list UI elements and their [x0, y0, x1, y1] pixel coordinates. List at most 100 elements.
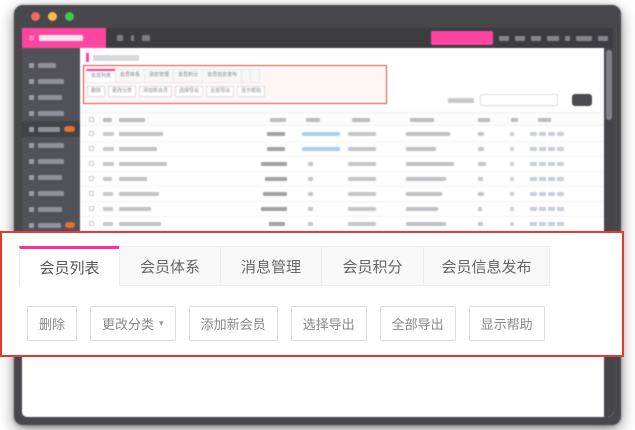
minimize-button[interactable] [48, 12, 57, 21]
sidebar-item[interactable] [22, 137, 80, 153]
action-link[interactable] [530, 192, 537, 196]
close-button[interactable] [31, 12, 40, 21]
action-link[interactable] [539, 207, 546, 211]
app-logo[interactable]: ≡ [22, 28, 106, 48]
tab-member-points[interactable]: 会员积分 [321, 246, 424, 286]
tab-member-info-publish[interactable]: 会员信息发布 [423, 246, 550, 286]
sidebar-item[interactable] [22, 121, 80, 137]
action-link[interactable] [530, 132, 537, 136]
export-all-button[interactable]: 全部导出 [206, 86, 234, 97]
toolbar-icon[interactable] [142, 35, 150, 41]
email-link[interactable] [308, 162, 313, 166]
action-link[interactable] [557, 147, 564, 151]
action-link[interactable] [557, 192, 564, 196]
toolbar-icon[interactable] [131, 35, 134, 41]
row-checkbox[interactable] [89, 176, 94, 181]
sidebar-item[interactable] [22, 153, 80, 169]
topbar-nav-item[interactable] [576, 36, 592, 41]
name-link[interactable] [119, 132, 163, 136]
tab-unreadable[interactable] [250, 69, 260, 83]
tab-member-list[interactable]: 会员列表 [19, 246, 120, 286]
tab-message-management[interactable]: 消息管理 [144, 69, 174, 83]
sidebar-item[interactable] [22, 105, 80, 121]
row-checkbox[interactable] [89, 221, 94, 226]
email-link[interactable] [308, 177, 313, 181]
search-button[interactable] [572, 94, 592, 106]
action-link[interactable] [530, 147, 537, 151]
tab-member-system[interactable]: 会员体系 [115, 69, 145, 83]
email-link[interactable] [302, 132, 340, 136]
topbar-nav-item[interactable] [499, 36, 509, 41]
export-all-button[interactable]: 全部导出 [380, 306, 456, 341]
tab-member-points[interactable]: 会员积分 [173, 69, 203, 83]
show-help-button[interactable]: 显示帮助 [469, 306, 545, 341]
action-link[interactable] [539, 162, 546, 166]
sidebar-item[interactable] [22, 185, 80, 201]
hamburger-icon[interactable]: ≡ [29, 34, 34, 43]
sidebar-item[interactable] [22, 201, 80, 217]
show-help-button[interactable]: 显示帮助 [237, 86, 265, 97]
add-member-button[interactable]: 添加新会员 [139, 86, 172, 97]
toolbar-icon[interactable] [117, 35, 123, 41]
delete-button[interactable]: 删除 [87, 86, 105, 97]
row-checkbox[interactable] [89, 206, 94, 211]
name-link[interactable] [119, 222, 161, 226]
action-link[interactable] [530, 207, 537, 211]
topbar-nav-item[interactable] [531, 36, 541, 41]
name-link[interactable] [119, 177, 147, 181]
action-link[interactable] [530, 222, 537, 226]
action-link[interactable] [557, 132, 564, 136]
topbar-nav-item[interactable] [547, 36, 559, 41]
action-link[interactable] [548, 222, 555, 226]
action-link[interactable] [548, 132, 555, 136]
row-checkbox[interactable] [89, 146, 94, 151]
name-link[interactable] [119, 192, 159, 196]
action-link[interactable] [539, 222, 546, 226]
action-link[interactable] [548, 207, 555, 211]
action-link[interactable] [530, 177, 537, 181]
action-link[interactable] [530, 162, 537, 166]
select-all-checkbox[interactable] [89, 117, 94, 122]
name-link[interactable] [119, 207, 151, 211]
email-link[interactable] [302, 147, 340, 151]
change-category-button[interactable]: 更改分类▾ [90, 306, 176, 341]
tab-message-management[interactable]: 消息管理 [220, 246, 322, 286]
action-link[interactable] [548, 162, 555, 166]
row-checkbox[interactable] [89, 131, 94, 136]
action-link[interactable] [557, 162, 564, 166]
topbar-nav-item[interactable] [515, 36, 525, 41]
topbar-primary-button[interactable] [431, 31, 493, 45]
action-link[interactable] [557, 222, 564, 226]
tab-member-system[interactable]: 会员体系 [119, 246, 221, 286]
name-link[interactable] [119, 147, 157, 151]
sidebar-item[interactable] [22, 169, 80, 185]
action-link[interactable] [539, 192, 546, 196]
topbar-nav-item[interactable] [565, 36, 570, 41]
sidebar-item[interactable] [22, 89, 80, 105]
email-link[interactable] [308, 222, 313, 226]
change-category-button[interactable]: 更改分类 [108, 86, 136, 97]
action-link[interactable] [539, 147, 546, 151]
topbar-nav-item[interactable] [598, 36, 608, 41]
action-link[interactable] [548, 147, 555, 151]
export-selected-button[interactable]: 选择导出 [291, 306, 367, 341]
row-checkbox[interactable] [89, 191, 94, 196]
action-link[interactable] [548, 177, 555, 181]
action-link[interactable] [557, 177, 564, 181]
delete-button[interactable]: 删除 [27, 306, 77, 341]
action-link[interactable] [539, 177, 546, 181]
maximize-button[interactable] [65, 12, 74, 21]
scrollbar-thumb[interactable] [606, 50, 612, 120]
search-input[interactable] [480, 94, 558, 106]
export-selected-button[interactable]: 选择导出 [175, 86, 203, 97]
action-link[interactable] [539, 132, 546, 136]
tab-member-list[interactable]: 会员列表 [86, 69, 116, 83]
row-checkbox[interactable] [89, 161, 94, 166]
tab-member-info-publish[interactable]: 会员信息发布 [202, 69, 242, 83]
sidebar-item[interactable] [22, 57, 80, 73]
email-link[interactable] [308, 207, 313, 211]
email-link[interactable] [308, 192, 313, 196]
action-link[interactable] [557, 207, 564, 211]
action-link[interactable] [548, 192, 555, 196]
sidebar-item[interactable] [22, 73, 80, 89]
